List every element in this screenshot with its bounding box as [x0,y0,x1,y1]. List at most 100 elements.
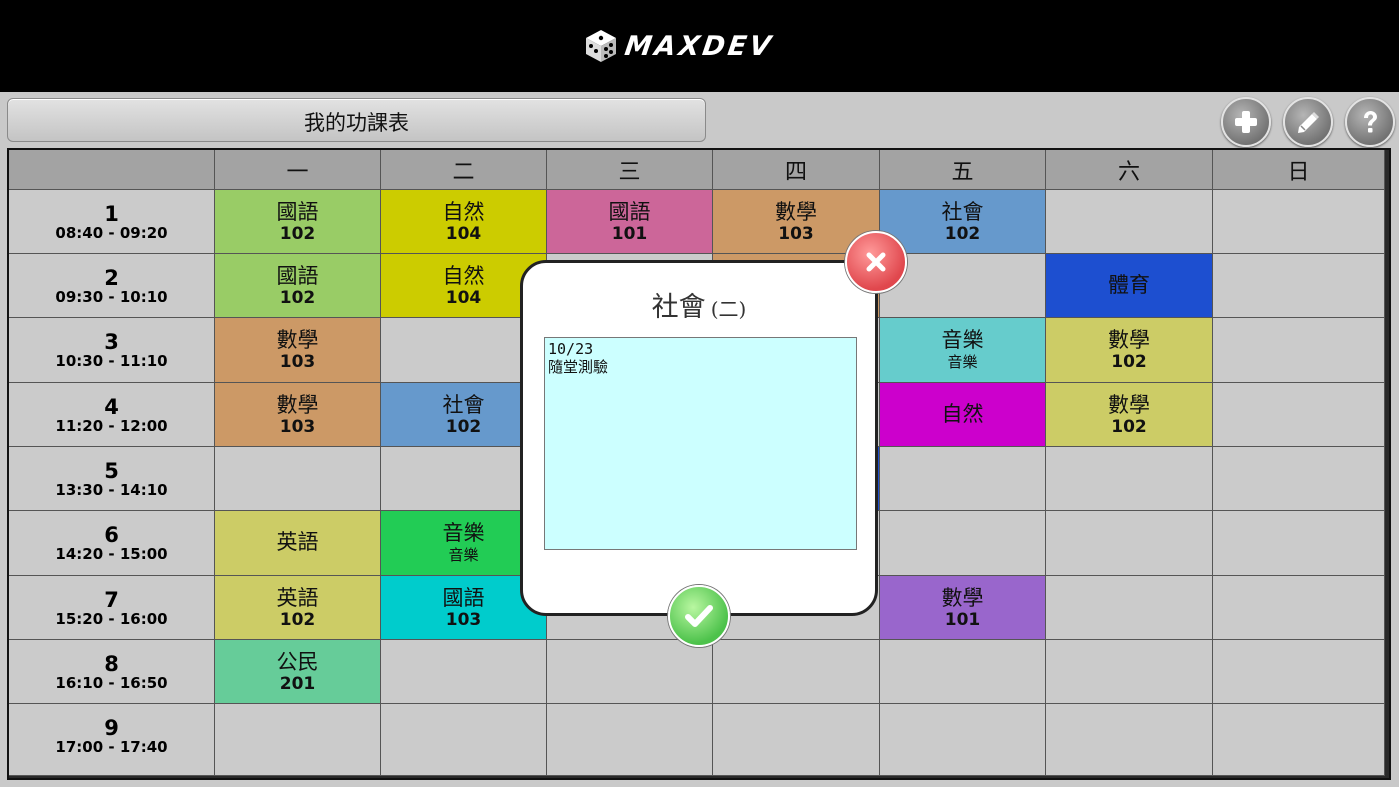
course-room: 102 [279,610,316,630]
pencil-icon [1298,112,1319,133]
timetable-cell[interactable]: 數學 102 [1046,383,1213,447]
timetable-cell[interactable] [1046,511,1213,576]
course-room: 音樂 [947,353,978,371]
course-room: 102 [944,224,981,244]
course-subject: 數學 [941,586,984,610]
close-dialog-button[interactable] [845,231,907,293]
timetable-cell[interactable]: 英語 [215,511,381,576]
day-header: 六 [1046,150,1213,190]
course-subject: 音樂 [941,328,984,352]
course-subject: 數學 [1108,328,1150,352]
course-subject: 自然 [442,200,485,224]
page-title: 我的功課表 [304,111,409,135]
course-room: 101 [944,610,981,630]
add-button[interactable] [1221,97,1271,147]
timetable-cell[interactable] [880,640,1046,704]
edit-button[interactable] [1283,97,1333,147]
top-bar: MAXDEV [0,0,1399,92]
day-header: 一 [215,150,381,190]
period-label: 5 13:30 - 14:10 [9,447,215,511]
period-label: 2 09:30 - 10:10 [9,254,215,318]
period-number: 1 [104,202,119,226]
timetable-cell[interactable] [547,704,713,776]
course-subject: 體育 [1108,273,1150,297]
day-header: 日 [1213,150,1385,190]
timetable-cell[interactable] [215,704,381,776]
timetable-cell[interactable] [1213,190,1385,254]
timetable-cell[interactable]: 數學 103 [215,383,381,447]
dialog-day: (二) [710,297,747,321]
course-room: 104 [445,224,482,244]
period-number: 4 [104,395,119,419]
timetable-cell[interactable] [215,447,381,511]
dice-icon [586,30,616,62]
timetable-cell[interactable] [880,704,1046,776]
corner-header [9,150,215,190]
timetable-cell[interactable] [1046,640,1213,704]
timetable-cell[interactable]: 自然 [880,383,1046,447]
timetable-cell[interactable]: 英語 102 [215,576,381,640]
timetable-cell[interactable]: 自然 104 [381,190,547,254]
course-subject: 國語 [276,264,319,288]
brand-logo: MAXDEV [585,28,776,64]
timetable-cell[interactable] [381,704,547,776]
course-subject: 自然 [941,402,984,426]
course-subject: 數學 [276,393,319,417]
timetable-cell[interactable] [713,704,880,776]
timetable-cell[interactable] [1213,447,1385,511]
help-button[interactable] [1345,97,1395,147]
period-time: 17:00 - 17:40 [55,738,168,756]
period-label: 1 08:40 - 09:20 [9,190,215,254]
period-time: 14:20 - 15:00 [55,545,168,563]
timetable-cell[interactable]: 體育 [1046,254,1213,318]
period-time: 10:30 - 11:10 [55,352,168,370]
timetable-cell[interactable]: 國語 102 [215,190,381,254]
timetable-cell[interactable] [1213,383,1385,447]
timetable-cell[interactable]: 數學 103 [215,318,381,383]
period-time: 11:20 - 12:00 [55,417,168,435]
timetable-cell[interactable] [713,640,880,704]
period-number: 2 [104,266,119,290]
course-subject: 公民 [276,650,319,674]
period-time: 15:20 - 16:00 [55,610,168,628]
timetable-cell[interactable]: 數學 101 [880,576,1046,640]
timetable-cell[interactable]: 社會 102 [880,190,1046,254]
course-room: 102 [1111,417,1147,437]
timetable-cell[interactable] [880,447,1046,511]
timetable-cell[interactable]: 音樂 音樂 [880,318,1046,383]
period-label: 3 10:30 - 11:10 [9,318,215,383]
timetable-cell[interactable] [1046,704,1213,776]
timetable-cell[interactable] [1046,576,1213,640]
course-room: 103 [445,610,482,630]
timetable-cell[interactable]: 國語 101 [547,190,713,254]
period-number: 7 [104,588,119,612]
course-room: 103 [279,417,316,437]
timetable-cell[interactable] [1213,576,1385,640]
timetable-cell[interactable] [1213,640,1385,704]
timetable-cell[interactable] [1213,704,1385,776]
timetable-cell[interactable] [1046,190,1213,254]
course-room: 201 [279,674,316,694]
timetable-cell[interactable]: 數學 102 [1046,318,1213,383]
day-header: 三 [547,150,713,190]
timetable-cell[interactable]: 國語 102 [215,254,381,318]
period-number: 9 [104,716,119,740]
course-subject: 社會 [941,200,984,224]
timetable-cell[interactable] [1046,447,1213,511]
course-room: 103 [279,352,316,372]
timetable-cell[interactable] [547,640,713,704]
timetable-cell[interactable]: 公民 201 [215,640,381,704]
period-label: 7 15:20 - 16:00 [9,576,215,640]
day-header: 四 [713,150,880,190]
timetable-cell[interactable] [880,511,1046,576]
plus-icon [1235,111,1257,133]
memo-textarea[interactable] [544,337,857,550]
confirm-button[interactable] [668,585,730,647]
question-icon [1364,111,1377,133]
course-subject: 英語 [276,530,319,554]
timetable-cell[interactable] [1213,511,1385,576]
course-room: 102 [279,288,316,308]
timetable-cell[interactable] [1213,318,1385,383]
timetable-cell[interactable] [381,640,547,704]
timetable-cell[interactable] [1213,254,1385,318]
